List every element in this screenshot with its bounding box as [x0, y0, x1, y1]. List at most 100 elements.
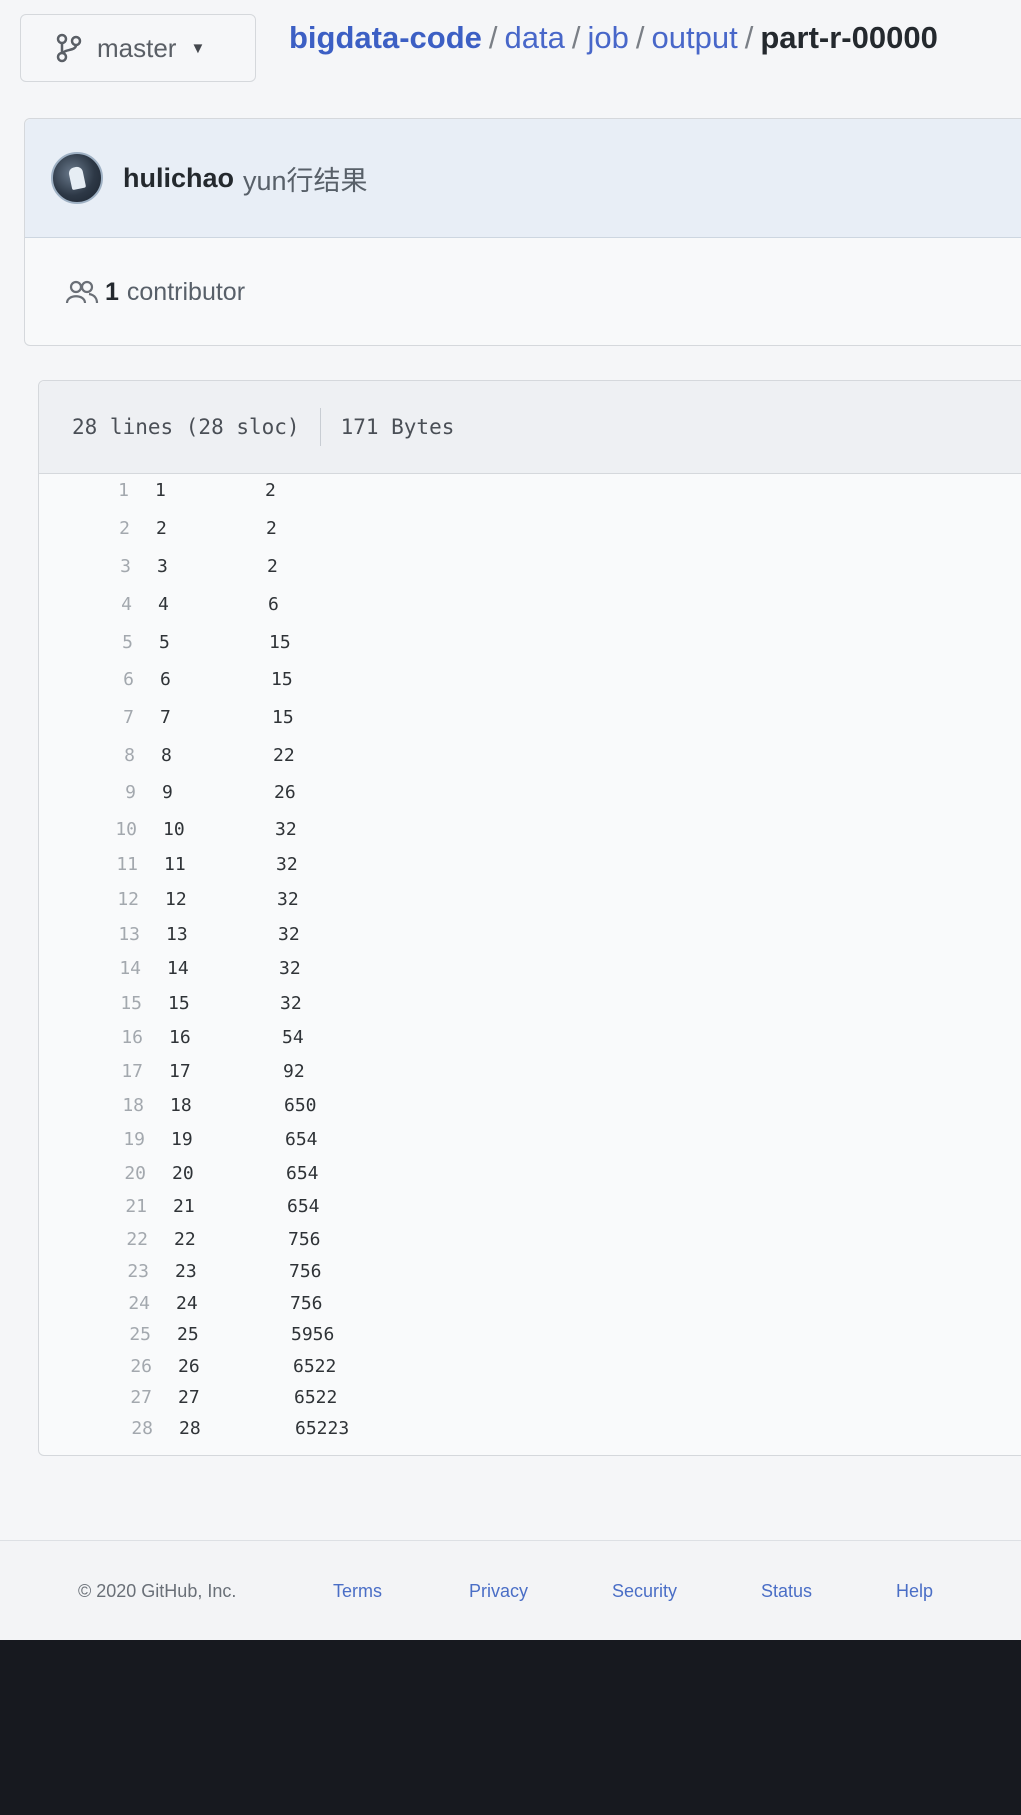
- line-key: 1: [155, 480, 166, 501]
- line-number[interactable]: 20: [39, 1160, 146, 1188]
- line-value: 22: [273, 745, 295, 766]
- line-value: 65223: [295, 1418, 350, 1439]
- code-line: 16 16 54: [39, 1024, 939, 1052]
- footer-link-security[interactable]: Security: [612, 1581, 677, 1602]
- line-number[interactable]: 26: [39, 1353, 152, 1381]
- code-line: 25 25 5956: [39, 1321, 939, 1349]
- avatar[interactable]: [51, 152, 103, 204]
- chevron-down-icon: ▼: [190, 39, 206, 57]
- line-key: 2: [156, 518, 167, 539]
- line-value: 6522: [293, 1356, 337, 1377]
- code-line: 2 2 2: [39, 515, 939, 543]
- footer-link-help[interactable]: Help: [896, 1581, 933, 1602]
- code-line: 11 11 32: [39, 851, 939, 879]
- line-number[interactable]: 17: [39, 1058, 143, 1086]
- line-key: 9: [162, 782, 173, 803]
- screen-bezel: [0, 1640, 1021, 1815]
- code-line: 8 8 22: [39, 742, 939, 770]
- line-number[interactable]: 25: [39, 1321, 151, 1349]
- line-key: 27: [178, 1387, 200, 1408]
- commit-message-link[interactable]: yun行结果: [243, 159, 368, 198]
- line-key: 13: [166, 924, 188, 945]
- breadcrumb-repo-link[interactable]: bigdata-code: [289, 20, 482, 55]
- code-line: 20 20 654: [39, 1160, 939, 1188]
- site-footer: © 2020 GitHub, Inc. Terms Privacy Securi…: [0, 1540, 1021, 1641]
- line-number[interactable]: 10: [39, 816, 137, 844]
- line-value: 654: [287, 1196, 320, 1217]
- line-number[interactable]: 28: [39, 1415, 153, 1443]
- line-number[interactable]: 4: [39, 591, 132, 619]
- commit-header: hulichao yun行结果: [25, 119, 1021, 238]
- line-number[interactable]: 5: [39, 629, 133, 657]
- line-value: 654: [286, 1163, 319, 1184]
- line-value: 15: [271, 669, 293, 690]
- line-key: 15: [168, 993, 190, 1014]
- avatar-figure: [67, 165, 87, 191]
- line-number[interactable]: 16: [39, 1024, 143, 1052]
- line-key: 3: [157, 556, 168, 577]
- line-value: 92: [283, 1061, 305, 1082]
- line-number[interactable]: 11: [39, 851, 138, 879]
- git-branch-icon: [56, 33, 82, 63]
- line-number[interactable]: 19: [39, 1126, 145, 1154]
- line-value: 756: [290, 1293, 323, 1314]
- file-info-divider: [319, 408, 321, 446]
- line-number[interactable]: 23: [39, 1258, 149, 1286]
- code-line: 18 18 650: [39, 1092, 939, 1120]
- line-number[interactable]: 27: [39, 1384, 152, 1412]
- line-value: 2: [267, 556, 278, 577]
- line-number[interactable]: 18: [39, 1092, 144, 1120]
- line-number[interactable]: 22: [39, 1226, 148, 1254]
- line-key: 24: [176, 1293, 198, 1314]
- line-number[interactable]: 21: [39, 1193, 147, 1221]
- line-key: 16: [169, 1027, 191, 1048]
- line-value: 32: [278, 924, 300, 945]
- line-key: 20: [172, 1163, 194, 1184]
- code-line: 21 21 654: [39, 1193, 939, 1221]
- line-number[interactable]: 7: [39, 704, 134, 732]
- contributor-label: contributor: [126, 277, 246, 306]
- line-number[interactable]: 9: [39, 779, 136, 807]
- branch-selector-button[interactable]: master ▼: [20, 14, 256, 82]
- breadcrumb-link-job[interactable]: job: [588, 20, 629, 55]
- commit-author-link[interactable]: hulichao: [123, 163, 234, 194]
- line-value: 32: [280, 993, 302, 1014]
- line-value: 2: [265, 480, 276, 501]
- line-number[interactable]: 15: [39, 990, 142, 1018]
- line-number[interactable]: 24: [39, 1290, 150, 1318]
- footer-link-status[interactable]: Status: [761, 1581, 812, 1602]
- code-line: 6 6 15: [39, 666, 939, 694]
- file-viewer: 28 lines (28 sloc) 171 Bytes 11222233244…: [38, 380, 1021, 1456]
- line-number[interactable]: 3: [39, 553, 131, 581]
- github-file-page: master ▼ bigdata-code / data / job / output / pa…: [0, 0, 1021, 1641]
- line-key: 17: [169, 1061, 191, 1082]
- footer-link-privacy[interactable]: Privacy: [469, 1581, 528, 1602]
- code-line: 24 24 756: [39, 1290, 939, 1318]
- code-line: 26 26 6522: [39, 1353, 939, 1381]
- line-value: 15: [272, 707, 294, 728]
- code-line: 3 3 2: [39, 553, 939, 581]
- line-number[interactable]: 6: [39, 666, 134, 694]
- latest-commit-box: hulichao yun行结果 1 contributor: [24, 118, 1021, 346]
- line-key: 5: [159, 632, 170, 653]
- line-value: 26: [274, 782, 296, 803]
- breadcrumb-link-output[interactable]: output: [652, 20, 738, 55]
- line-number[interactable]: 1: [39, 477, 129, 505]
- line-number[interactable]: 12: [39, 886, 139, 914]
- code-line: 27 27 6522: [39, 1384, 939, 1412]
- line-key: 28: [179, 1418, 201, 1439]
- line-number[interactable]: 2: [39, 515, 130, 543]
- line-number[interactable]: 13: [39, 921, 140, 949]
- line-number[interactable]: 8: [39, 742, 135, 770]
- line-value: 756: [289, 1261, 322, 1282]
- breadcrumb-separator: /: [488, 20, 498, 55]
- code-line: 5 5 15: [39, 629, 939, 657]
- line-value: 54: [282, 1027, 304, 1048]
- line-value: 6522: [294, 1387, 338, 1408]
- breadcrumb-link-data[interactable]: data: [505, 20, 565, 55]
- contributors-row[interactable]: 1 contributor: [25, 238, 1021, 346]
- line-number[interactable]: 14: [39, 955, 141, 983]
- footer-link-terms[interactable]: Terms: [333, 1581, 382, 1602]
- file-info-header: 28 lines (28 sloc) 171 Bytes: [39, 381, 1021, 474]
- line-key: 11: [164, 854, 186, 875]
